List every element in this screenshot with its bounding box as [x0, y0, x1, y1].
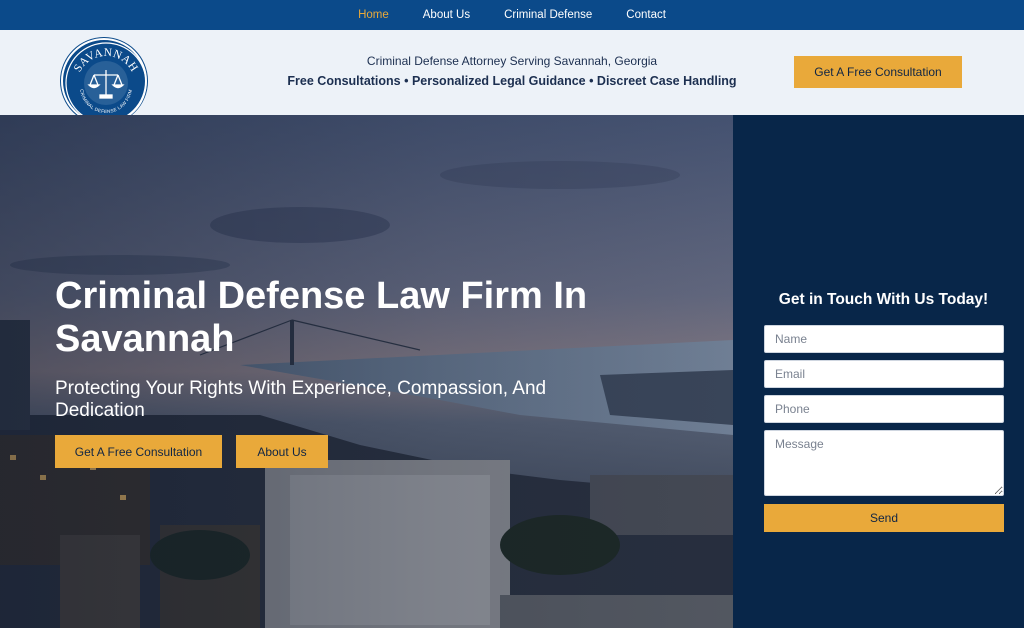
message-textarea[interactable]	[764, 430, 1004, 496]
hero-section: Criminal Defense Law Firm In Savannah Pr…	[0, 115, 733, 628]
firm-logo-graphic: SAVANNAH CRIMINAL DEFENSE LAW FIRM	[65, 42, 147, 124]
contact-panel: Get in Touch With Us Today! Send	[733, 115, 1024, 628]
contact-form-title: Get in Touch With Us Today!	[778, 291, 989, 308]
hero-subtitle: Protecting Your Rights With Experience, …	[55, 378, 547, 421]
hero-title: Criminal Defense Law Firm In Savannah	[55, 275, 588, 360]
nav-contact-link[interactable]: Contact	[609, 9, 683, 21]
site-header: SAVANNAH CRIMINAL DEFENSE LAW FIRM Crimi…	[0, 30, 1024, 124]
header-consultation-button[interactable]: Get A Free Consultation	[794, 56, 962, 88]
firm-logo[interactable]: SAVANNAH CRIMINAL DEFENSE LAW FIRM	[61, 38, 147, 124]
send-button[interactable]: Send	[764, 504, 1004, 532]
name-input[interactable]	[764, 325, 1004, 353]
email-input[interactable]	[764, 360, 1004, 388]
header-tagline: Criminal Defense Attorney Serving Savann…	[366, 54, 658, 68]
top-nav: Home About Us Criminal Defense Contact	[0, 0, 1024, 30]
phone-input[interactable]	[764, 395, 1004, 423]
nav-criminal-defense-link[interactable]: Criminal Defense	[487, 9, 609, 21]
hero-consultation-button[interactable]: Get A Free Consultation	[55, 435, 222, 468]
hero-overlay	[0, 115, 733, 628]
header-features: Free Consultations • Personalized Legal …	[287, 74, 737, 88]
nav-home-link[interactable]: Home	[341, 9, 406, 21]
nav-about-link[interactable]: About Us	[406, 9, 487, 21]
hero-about-button[interactable]: About Us	[236, 435, 328, 468]
